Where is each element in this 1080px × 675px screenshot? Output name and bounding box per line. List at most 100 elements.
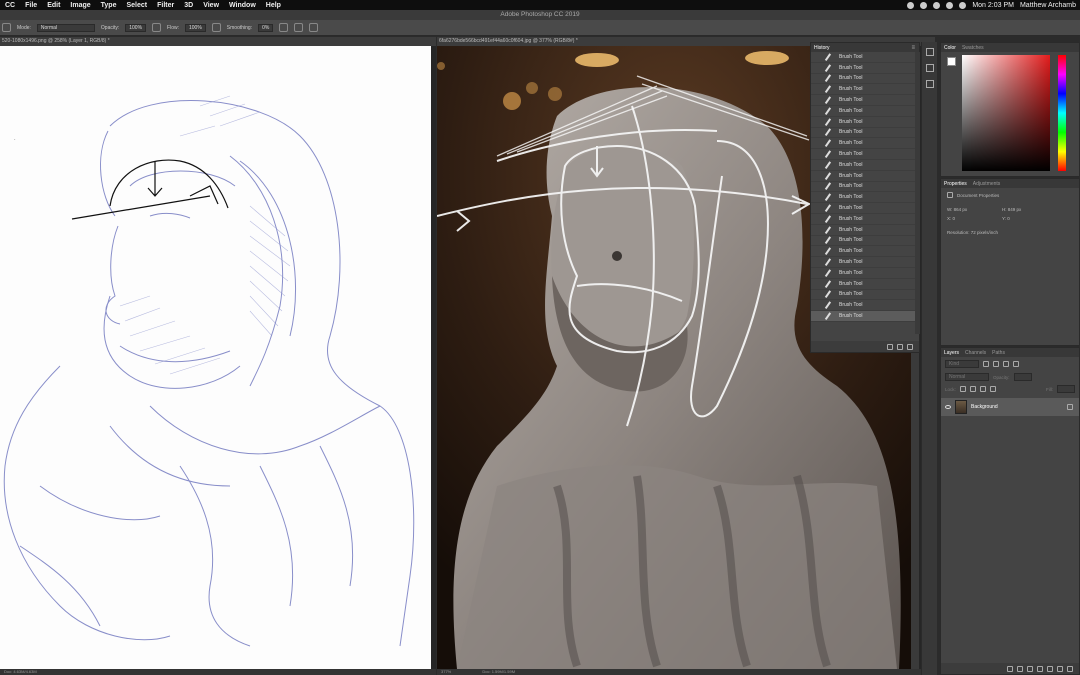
adjust-icon[interactable] bbox=[925, 80, 934, 88]
width-value[interactable]: W: 864 px bbox=[947, 207, 1002, 212]
menu-type[interactable]: Type bbox=[96, 2, 122, 9]
filter-pixel-icon[interactable] bbox=[983, 361, 989, 367]
tab-swatches[interactable]: Swatches bbox=[962, 45, 984, 51]
panel-menu-icon[interactable]: ≡ bbox=[911, 45, 915, 51]
filter-shape-icon[interactable] bbox=[1013, 361, 1019, 367]
layer-style-icon[interactable] bbox=[1017, 665, 1023, 672]
history-item[interactable]: Brush Tool bbox=[811, 225, 915, 236]
lock-move-icon[interactable] bbox=[979, 386, 986, 392]
tab-layers[interactable]: Layers bbox=[944, 350, 959, 356]
menu-help[interactable]: Help bbox=[261, 2, 286, 9]
height-value[interactable]: H: 849 px bbox=[1002, 207, 1021, 212]
link-layers-icon[interactable] bbox=[1007, 665, 1013, 672]
layer-row[interactable]: Background bbox=[941, 398, 1079, 416]
history-item[interactable]: Brush Tool bbox=[811, 138, 915, 150]
airbrush-icon[interactable] bbox=[211, 23, 221, 32]
clock[interactable]: Mon 2:03 PM bbox=[972, 2, 1014, 9]
history-item[interactable]: Brush Tool bbox=[811, 182, 915, 193]
trash-icon[interactable] bbox=[1067, 665, 1073, 672]
user-name[interactable]: Matthew Archamb bbox=[1020, 2, 1076, 9]
history-item[interactable]: Brush Tool bbox=[811, 95, 915, 106]
layer-name[interactable]: Background bbox=[971, 404, 998, 410]
history-item[interactable]: Brush Tool bbox=[811, 279, 915, 290]
brush-preset-icon[interactable] bbox=[2, 23, 11, 32]
history-item[interactable]: Brush Tool bbox=[811, 311, 915, 322]
tab-adjustments[interactable]: Adjustments bbox=[973, 181, 1001, 187]
history-scrollbar[interactable] bbox=[915, 52, 920, 334]
battery-icon[interactable] bbox=[959, 1, 967, 9]
opacity-field[interactable]: 100% bbox=[125, 23, 147, 32]
mask-icon[interactable] bbox=[1027, 665, 1033, 672]
pressure-size-icon[interactable] bbox=[294, 23, 304, 32]
x-value[interactable]: X: 0 bbox=[947, 216, 1002, 221]
trash-icon[interactable] bbox=[907, 343, 913, 350]
document-tab[interactable]: 520-1080x1496.png @ 258% (Layer 1, RGB/8… bbox=[0, 37, 436, 46]
menu-edit[interactable]: Edit bbox=[42, 2, 65, 9]
brush-settings-icon[interactable] bbox=[925, 64, 934, 72]
blend-mode-select[interactable]: Normal bbox=[945, 373, 989, 381]
history-item[interactable]: Brush Tool bbox=[811, 74, 915, 85]
history-item[interactable]: Brush Tool bbox=[811, 300, 915, 312]
history-item[interactable]: Brush Tool bbox=[811, 203, 915, 214]
history-item[interactable]: Brush Tool bbox=[811, 290, 915, 301]
history-item[interactable]: Brush Tool bbox=[811, 128, 915, 139]
wifi-icon[interactable] bbox=[933, 1, 941, 9]
history-panel-icon[interactable] bbox=[925, 48, 934, 56]
history-item[interactable]: Brush Tool bbox=[811, 236, 915, 247]
visibility-eye-icon[interactable] bbox=[945, 405, 951, 409]
menu-filter[interactable]: Filter bbox=[152, 2, 179, 9]
layer-fill-field[interactable] bbox=[1057, 385, 1075, 393]
history-item[interactable]: Brush Tool bbox=[811, 160, 915, 171]
history-item[interactable]: Brush Tool bbox=[811, 192, 915, 204]
y-value[interactable]: Y: 0 bbox=[1002, 216, 1010, 221]
new-document-from-state-icon[interactable] bbox=[887, 343, 893, 350]
pressure-opacity-icon[interactable] bbox=[152, 23, 162, 32]
tab-paths[interactable]: Paths bbox=[992, 350, 1005, 356]
layer-kind-filter[interactable]: Kind bbox=[945, 360, 979, 368]
sketch-canvas[interactable]: · bbox=[0, 46, 431, 669]
history-item[interactable]: Brush Tool bbox=[811, 214, 915, 225]
status-icon[interactable] bbox=[907, 1, 915, 9]
color-picker-field[interactable] bbox=[962, 55, 1050, 171]
menu-window[interactable]: Window bbox=[224, 2, 261, 9]
menu-view[interactable]: View bbox=[198, 2, 224, 9]
app-menu[interactable]: CC bbox=[0, 2, 20, 9]
volume-icon[interactable] bbox=[946, 1, 954, 9]
history-item[interactable]: Brush Tool bbox=[811, 117, 915, 128]
history-item[interactable]: Brush Tool bbox=[811, 52, 915, 63]
gear-icon[interactable] bbox=[279, 23, 289, 32]
foreground-color-swatch[interactable] bbox=[947, 57, 956, 66]
layer-opacity-field[interactable] bbox=[1013, 373, 1032, 381]
group-folder-icon[interactable] bbox=[1047, 665, 1053, 672]
menu-3d[interactable]: 3D bbox=[179, 2, 198, 9]
zoom-level[interactable]: 377% bbox=[441, 669, 451, 674]
menu-image[interactable]: Image bbox=[65, 2, 95, 9]
smoothing-field[interactable]: 0% bbox=[258, 23, 274, 32]
history-item[interactable]: Brush Tool bbox=[811, 268, 915, 279]
lock-all-icon[interactable] bbox=[989, 386, 996, 392]
camera-snapshot-icon[interactable] bbox=[897, 343, 903, 350]
symmetry-icon[interactable] bbox=[309, 23, 319, 32]
status-icon[interactable] bbox=[920, 1, 928, 9]
tab-channels[interactable]: Channels bbox=[965, 350, 986, 356]
lock-brush-icon[interactable] bbox=[969, 386, 976, 392]
history-item[interactable]: Brush Tool bbox=[811, 63, 915, 74]
mode-select[interactable]: Normal bbox=[36, 23, 95, 32]
history-item[interactable]: Brush Tool bbox=[811, 106, 915, 117]
tab-color[interactable]: Color bbox=[944, 45, 956, 51]
history-item[interactable]: Brush Tool bbox=[811, 149, 915, 160]
menu-file[interactable]: File bbox=[20, 2, 42, 9]
filter-type-icon[interactable] bbox=[1003, 361, 1009, 367]
history-item[interactable]: Brush Tool bbox=[811, 171, 915, 182]
tab-properties[interactable]: Properties bbox=[944, 181, 967, 187]
lock-icon[interactable] bbox=[1067, 404, 1073, 410]
history-item[interactable]: Brush Tool bbox=[811, 84, 915, 96]
lock-pixels-icon[interactable] bbox=[959, 386, 966, 392]
filter-adjust-icon[interactable] bbox=[993, 361, 999, 367]
tab-history[interactable]: History bbox=[814, 45, 830, 51]
adjustment-layer-icon[interactable] bbox=[1037, 665, 1043, 672]
new-layer-icon[interactable] bbox=[1057, 665, 1063, 672]
menu-select[interactable]: Select bbox=[121, 2, 152, 9]
history-item[interactable]: Brush Tool bbox=[811, 246, 915, 258]
flow-field[interactable]: 100% bbox=[185, 23, 206, 32]
